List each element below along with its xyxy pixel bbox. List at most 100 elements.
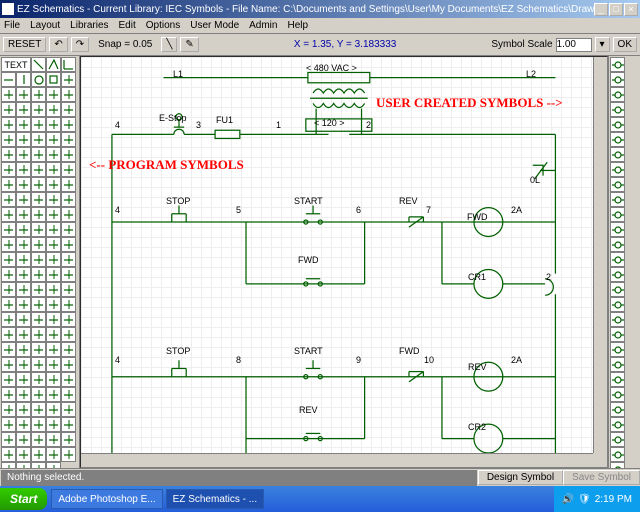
palette-symbol[interactable] — [1, 297, 16, 312]
palette-symbol[interactable] — [31, 432, 46, 447]
menu-edit[interactable]: Edit — [119, 20, 136, 31]
palette-symbol[interactable] — [1, 372, 16, 387]
undo-button[interactable]: ↶ — [49, 37, 67, 52]
palette-symbol[interactable] — [46, 252, 61, 267]
palette-symbol[interactable] — [1, 267, 16, 282]
palette-symbol[interactable] — [610, 312, 625, 327]
text-tool[interactable]: TEXT — [1, 57, 31, 72]
palette-symbol[interactable] — [1, 342, 16, 357]
vertical-scrollbar[interactable] — [593, 57, 607, 453]
palette-symbol[interactable] — [610, 192, 625, 207]
palette-symbol[interactable] — [16, 132, 31, 147]
palette-symbol[interactable] — [31, 87, 46, 102]
palette-symbol[interactable] — [31, 117, 46, 132]
palette-symbol[interactable] — [1, 177, 16, 192]
palette-symbol[interactable] — [31, 282, 46, 297]
palette-symbol[interactable] — [46, 372, 61, 387]
palette-symbol[interactable] — [46, 357, 61, 372]
palette-symbol[interactable] — [31, 252, 46, 267]
palette-symbol[interactable] — [31, 207, 46, 222]
palette-symbol[interactable] — [16, 162, 31, 177]
palette-symbol[interactable] — [61, 222, 76, 237]
palette-symbol[interactable] — [610, 147, 625, 162]
palette-symbol[interactable] — [610, 432, 625, 447]
palette-symbol[interactable] — [16, 342, 31, 357]
palette-symbol[interactable] — [61, 162, 76, 177]
palette-symbol[interactable] — [610, 297, 625, 312]
task-ezschematics[interactable]: EZ Schematics - ... — [166, 489, 264, 509]
palette-symbol[interactable] — [61, 447, 76, 462]
palette-symbol[interactable] — [46, 222, 61, 237]
start-button[interactable]: Start — [0, 488, 47, 510]
palette-symbol[interactable] — [610, 327, 625, 342]
palette-symbol[interactable] — [31, 192, 46, 207]
palette-symbol[interactable] — [31, 102, 46, 117]
palette-symbol[interactable] — [16, 297, 31, 312]
palette-symbol[interactable] — [16, 117, 31, 132]
palette-symbol[interactable] — [16, 177, 31, 192]
palette-symbol[interactable] — [46, 282, 61, 297]
palette-symbol[interactable] — [46, 162, 61, 177]
palette-symbol[interactable] — [61, 132, 76, 147]
palette-symbol[interactable] — [46, 297, 61, 312]
palette-symbol[interactable] — [31, 72, 46, 87]
palette-symbol[interactable] — [61, 57, 76, 72]
system-tray[interactable]: 🔊 🛡 2:19 PM — [554, 486, 640, 512]
palette-symbol[interactable] — [610, 117, 625, 132]
palette-symbol[interactable] — [16, 447, 31, 462]
palette-symbol[interactable] — [1, 312, 16, 327]
palette-symbol[interactable] — [16, 222, 31, 237]
palette-symbol[interactable] — [61, 342, 76, 357]
palette-symbol[interactable] — [1, 252, 16, 267]
palette-symbol[interactable] — [31, 402, 46, 417]
minimize-button[interactable]: _ — [594, 3, 608, 16]
palette-symbol[interactable] — [61, 372, 76, 387]
palette-symbol[interactable] — [610, 417, 625, 432]
palette-symbol[interactable] — [61, 192, 76, 207]
save-symbol-button[interactable]: Save Symbol — [563, 470, 640, 485]
palette-symbol[interactable] — [46, 387, 61, 402]
palette-symbol[interactable] — [16, 237, 31, 252]
palette-symbol[interactable] — [1, 102, 16, 117]
palette-symbol[interactable] — [16, 267, 31, 282]
palette-symbol[interactable] — [61, 267, 76, 282]
palette-symbol[interactable] — [1, 192, 16, 207]
palette-symbol[interactable] — [31, 297, 46, 312]
palette-symbol[interactable] — [46, 147, 61, 162]
close-button[interactable]: × — [624, 3, 638, 16]
palette-symbol[interactable] — [31, 327, 46, 342]
palette-symbol[interactable] — [16, 87, 31, 102]
palette-symbol[interactable] — [61, 432, 76, 447]
palette-symbol[interactable] — [61, 102, 76, 117]
palette-symbol[interactable] — [31, 342, 46, 357]
palette-symbol[interactable] — [1, 237, 16, 252]
menu-usermode[interactable]: User Mode — [190, 20, 239, 31]
palette-symbol[interactable] — [61, 177, 76, 192]
horizontal-scrollbar[interactable] — [81, 453, 593, 467]
palette-symbol[interactable] — [610, 387, 625, 402]
palette-symbol[interactable] — [46, 312, 61, 327]
palette-symbol[interactable] — [1, 432, 16, 447]
palette-symbol[interactable] — [16, 312, 31, 327]
palette-symbol[interactable] — [610, 177, 625, 192]
palette-symbol[interactable] — [61, 237, 76, 252]
palette-symbol[interactable] — [1, 282, 16, 297]
palette-symbol[interactable] — [46, 267, 61, 282]
redo-button[interactable]: ↷ — [71, 37, 89, 52]
task-photoshop[interactable]: Adobe Photoshop E... — [51, 489, 162, 509]
palette-symbol[interactable] — [1, 447, 16, 462]
palette-symbol[interactable] — [46, 342, 61, 357]
palette-symbol[interactable] — [61, 417, 76, 432]
palette-symbol[interactable] — [1, 387, 16, 402]
palette-symbol[interactable] — [31, 417, 46, 432]
palette-symbol[interactable] — [61, 72, 76, 87]
palette-symbol[interactable] — [61, 147, 76, 162]
palette-symbol[interactable] — [610, 87, 625, 102]
palette-symbol[interactable] — [61, 117, 76, 132]
palette-symbol[interactable] — [46, 117, 61, 132]
palette-symbol[interactable] — [31, 147, 46, 162]
palette-symbol[interactable] — [1, 357, 16, 372]
palette-symbol[interactable] — [610, 372, 625, 387]
palette-symbol[interactable] — [1, 222, 16, 237]
design-symbol-button[interactable]: Design Symbol — [478, 470, 563, 485]
